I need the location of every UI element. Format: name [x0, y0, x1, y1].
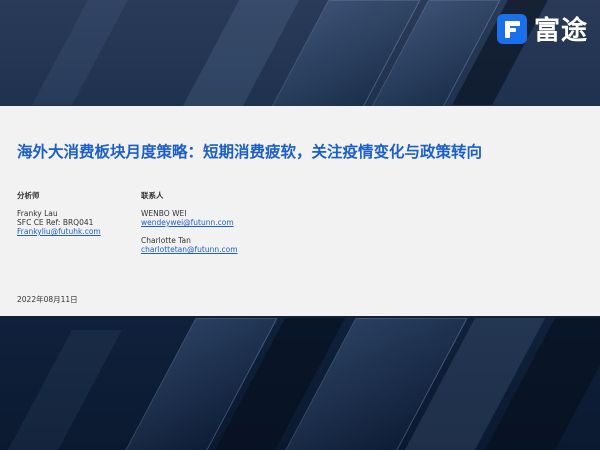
- analyst-name: Franky Lau: [17, 209, 58, 218]
- report-date: 2022年08月11日: [17, 295, 78, 304]
- analyst-license: SFC CE Ref: BRQ041: [17, 218, 94, 227]
- brand-logo: 富途: [496, 10, 588, 47]
- content-band: [0, 106, 600, 316]
- contact-heading: 联系人: [141, 191, 164, 200]
- contact-1-name: WENBO WEI: [141, 209, 187, 218]
- contact-1-email-link[interactable]: wendeywei@futunn.com: [141, 218, 234, 227]
- logo-text: 富途: [533, 16, 588, 46]
- analyst-email-link[interactable]: Frankyliu@futuhk.com: [17, 227, 101, 236]
- contact-2-email-link[interactable]: charlottetan@futunn.com: [141, 245, 238, 254]
- futu-logo-icon: [496, 13, 527, 44]
- contact-2-name: Charlotte Tan: [141, 236, 191, 245]
- analyst-heading: 分析师: [17, 191, 40, 200]
- report-title: 海外大消费板块月度策略：短期消费疲软，关注疫情变化与政策转向: [17, 143, 483, 161]
